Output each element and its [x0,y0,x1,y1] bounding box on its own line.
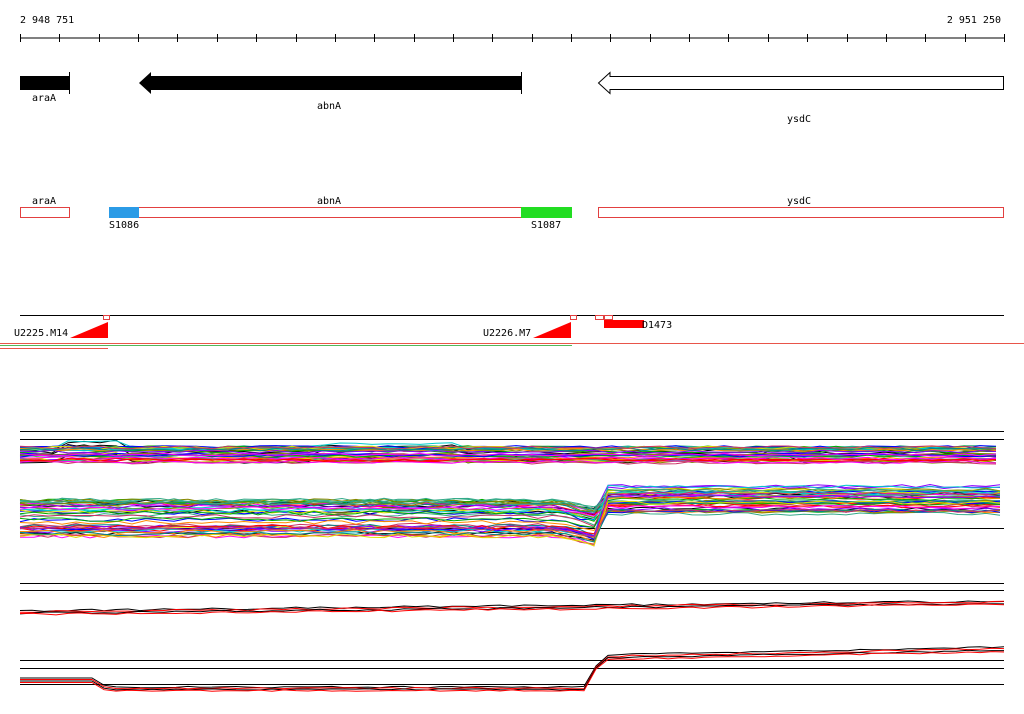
feature-label: U2225.M14 [14,328,68,339]
feature-block [604,320,644,328]
gene-arrow-reverse-outline[interactable] [597,71,1004,95]
genome-browser-view: 2 948 751 2 951 250 araA abnA ysdC araA … [0,0,1024,714]
gene-track: araA abnA ysdC [20,71,1004,126]
feature-wedge [533,322,571,338]
segment-label: S1086 [109,220,139,231]
feature-marker [595,315,604,320]
ruler-start-label: 2 948 751 [20,15,74,26]
summary-profile-line [19,603,1005,616]
gene-label: ysdC [787,114,811,125]
feature-marker [103,315,110,320]
gene-label: abnA [317,101,341,112]
expression-track-multicolor [19,431,1004,547]
ruler-end-label: 2 951 250 [947,15,1001,26]
expression-track-summary [19,583,1005,692]
feature-wedge [70,322,108,338]
gene-label: araA [32,93,56,104]
transcript-label: abnA [317,196,341,207]
summary-profile-line [19,600,1005,613]
coordinate-ruler: 2 948 751 2 951 250 [20,15,1005,42]
transcript-track: araA abnA S1086 S1087 ysdC [20,196,1004,231]
feature-label: U2226.M7 [483,328,531,339]
feature-marker [604,315,613,320]
gene-ysdC[interactable]: ysdC [597,71,1004,126]
segment-s1086[interactable] [109,207,139,218]
feature-u2225-m14[interactable]: U2225.M14 [14,315,110,340]
transcript-label: araA [32,196,56,207]
profile-lines-lower [19,483,1001,547]
gene-abnA[interactable]: abnA [139,72,522,112]
gene-araA[interactable]: araA [20,72,70,104]
summary-profile-line [20,651,1005,692]
profile-lines-upper [19,439,997,465]
feature-d1473[interactable]: D1473 [604,320,672,331]
transcript-araA[interactable] [20,207,70,218]
feature-u2226-m7[interactable]: U2226.M7 [483,315,577,340]
genome-browser-canvas: 2 948 751 2 951 250 araA abnA ysdC araA … [0,15,1024,692]
feature-label: D1473 [642,320,672,331]
gene-arrow-forward[interactable] [20,76,70,90]
profile-lines-summary [19,600,1005,692]
gene-arrow-reverse[interactable] [139,72,521,94]
transcript-ysdC[interactable] [598,207,1004,218]
transcript-label: ysdC [787,196,811,207]
transcript-abnA[interactable] [109,207,572,218]
segment-label: S1087 [531,220,561,231]
segment-s1087[interactable] [521,207,572,218]
feature-marker [570,315,577,320]
feature-track: U2225.M14 U2226.M7 D1473 [0,315,1024,349]
